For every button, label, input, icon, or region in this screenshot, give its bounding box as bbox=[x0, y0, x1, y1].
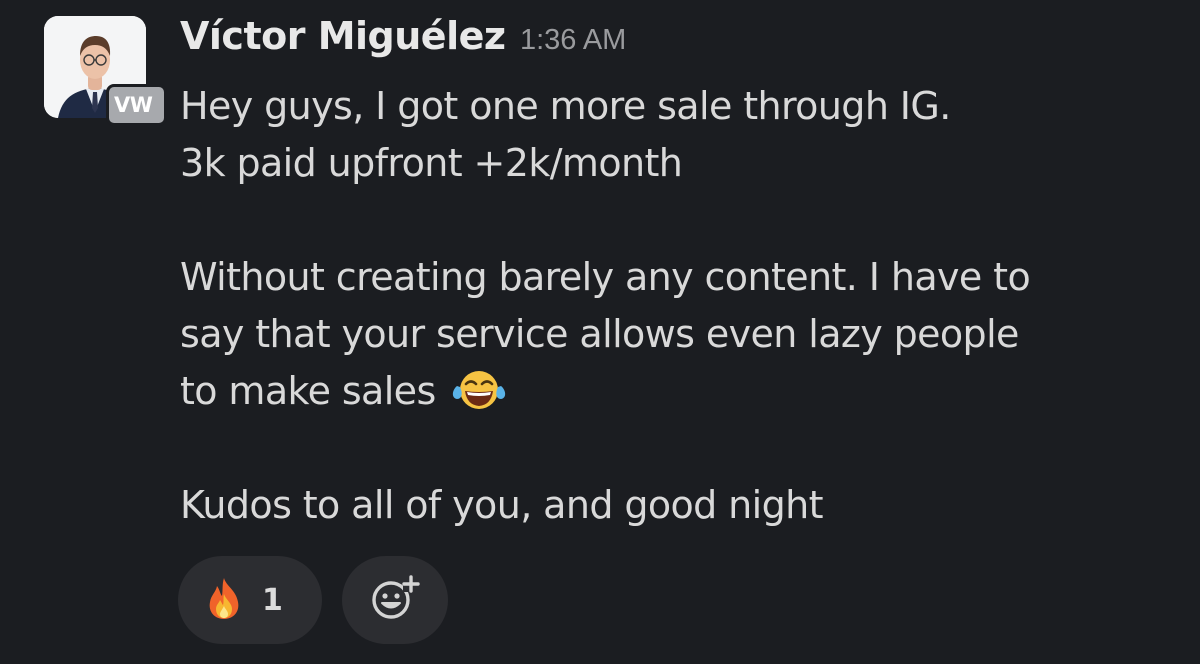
message-line: to make sales bbox=[180, 363, 1170, 420]
sender-name[interactable]: Víctor Miguélez bbox=[180, 14, 506, 58]
message-line: Kudos to all of you, and good night bbox=[180, 483, 823, 527]
add-reaction-button[interactable] bbox=[342, 556, 448, 644]
timestamp[interactable]: 1:36 AM bbox=[520, 24, 626, 56]
reaction-count: 1 bbox=[262, 582, 283, 618]
message-line: say that your service allows even lazy p… bbox=[180, 312, 1019, 356]
message-line: Without creating barely any content. I h… bbox=[180, 255, 1031, 299]
joy-emoji-icon bbox=[451, 368, 507, 412]
message-header: Víctor Miguélez 1:36 AM bbox=[180, 14, 626, 58]
message-line-text: to make sales bbox=[180, 369, 436, 413]
message: VW Víctor Miguélez 1:36 AM Hey guys, I g… bbox=[0, 0, 1200, 664]
message-line: 3k paid upfront +2k/month bbox=[180, 141, 683, 185]
add-emoji-icon bbox=[369, 572, 421, 629]
message-body: Hey guys, I got one more sale through IG… bbox=[180, 78, 1170, 534]
fire-emoji-icon bbox=[206, 576, 242, 625]
message-line: Hey guys, I got one more sale through IG… bbox=[180, 84, 951, 128]
workspace-badge: VW bbox=[106, 84, 167, 126]
reactions-bar: 1 bbox=[178, 556, 448, 646]
reaction-fire[interactable]: 1 bbox=[178, 556, 322, 644]
